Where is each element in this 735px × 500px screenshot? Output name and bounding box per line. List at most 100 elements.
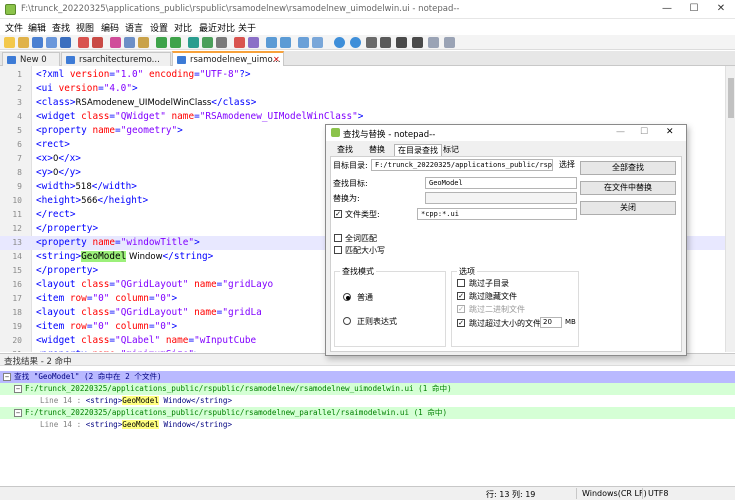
minimize-button[interactable]: —	[657, 2, 677, 16]
find-results-panel[interactable]: − 查找 "GeoModel" (2 命中在 2 个文件) − F:/trunck_…	[0, 367, 735, 485]
target-dir-label: 目标目录:	[333, 161, 368, 170]
fold-toggle-icon[interactable]: −	[14, 409, 22, 417]
code-token: name	[194, 307, 217, 318]
filetype-input[interactable]: *cpp:*.ui	[417, 208, 577, 220]
monitor-icon[interactable]	[396, 37, 407, 48]
maximize-button[interactable]: ☐	[684, 2, 704, 16]
menu-language[interactable]: 语言	[125, 21, 143, 34]
zoom-out-icon[interactable]	[280, 37, 291, 48]
save-icon[interactable]	[32, 37, 43, 48]
code-line[interactable]: 1 <?xml version="1.0" encoding="UTF-8"?>	[0, 68, 725, 82]
replace-with-input[interactable]	[425, 192, 577, 204]
save-all-icon[interactable]	[46, 37, 57, 48]
find-results-title: 查找结果 - 2 命中	[4, 357, 72, 367]
line-code: <height>566</height>	[36, 194, 148, 208]
match-case-checkbox[interactable]	[334, 246, 342, 254]
status-encoding[interactable]: UTF8	[648, 489, 668, 498]
show-symbols-icon[interactable]	[312, 37, 323, 48]
menu-recent-compare[interactable]: 最近对比	[199, 21, 235, 34]
result-file-line[interactable]: − F:/trunck_20220325/applications_public/…	[0, 407, 735, 419]
editor-vertical-scrollbar[interactable]	[725, 66, 735, 352]
result-hit-word: GeoModel	[122, 396, 159, 405]
tab-find-in-dir[interactable]: 在目录查找	[394, 144, 442, 156]
scrollbar-thumb[interactable]	[728, 78, 734, 118]
whole-word-checkbox[interactable]	[334, 234, 342, 242]
case-icon[interactable]	[444, 37, 455, 48]
window-icon[interactable]	[412, 37, 423, 48]
menu-file[interactable]: 文件	[5, 21, 23, 34]
new-file-icon[interactable]	[4, 37, 15, 48]
filetype-checkbox[interactable]: ✓	[334, 210, 342, 218]
goto-icon[interactable]	[216, 37, 227, 48]
menu-settings[interactable]: 设置	[150, 21, 168, 34]
undo-icon[interactable]	[156, 37, 167, 48]
mode-regex-radio[interactable]	[343, 317, 351, 325]
code-line[interactable]: 3 <class>RSAmodenew_UIModelWinClass</cla…	[0, 96, 725, 110]
menu-compare[interactable]: 对比	[174, 21, 192, 34]
find-icon[interactable]	[188, 37, 199, 48]
status-eol[interactable]: Windows(CR LF)	[582, 489, 647, 498]
tab-replace[interactable]: 替换	[366, 144, 388, 156]
close-button[interactable]: ✕	[711, 2, 731, 16]
fold-toggle-icon[interactable]: −	[14, 385, 22, 393]
indent-icon[interactable]	[366, 37, 377, 48]
grid-icon[interactable]	[380, 37, 391, 48]
target-dir-input[interactable]: F:/trunck_20220325/applications_public/r…	[371, 159, 553, 171]
result-search-line[interactable]: − 查找 "GeoModel" (2 命中在 2 个文件)	[0, 371, 735, 383]
clear-mark-icon[interactable]	[248, 37, 259, 48]
code-token: "wInputCube	[194, 335, 257, 346]
size-limit-spinbox[interactable]: 20	[540, 317, 562, 328]
code-line[interactable]: 2 <ui version="4.0">	[0, 82, 725, 96]
code-line[interactable]: 4 <widget class="QWidget" name="RSAmoden…	[0, 110, 725, 124]
find-target-input[interactable]: GeoModel	[425, 177, 577, 189]
menu-search[interactable]: 查找	[52, 21, 70, 34]
result-hit-line[interactable]: Line 14 : <string>GeoModel Window</strin…	[0, 395, 735, 407]
tab-mark[interactable]: 标记	[440, 144, 462, 156]
redo-icon[interactable]	[170, 37, 181, 48]
skip-binary-checkbox[interactable]: ✓	[457, 305, 465, 313]
word-wrap-icon[interactable]	[298, 37, 309, 48]
tab-find[interactable]: 查找	[334, 144, 356, 156]
paste-icon[interactable]	[138, 37, 149, 48]
line-number: 12	[12, 224, 22, 233]
line-code: <rect>	[36, 138, 70, 152]
menu-view[interactable]: 视图	[76, 21, 94, 34]
mark-icon[interactable]	[234, 37, 245, 48]
file-icon	[7, 56, 16, 64]
code-token: encoding	[148, 69, 195, 80]
result-hit-line[interactable]: Line 14 : <string>GeoModel Window</strin…	[0, 419, 735, 431]
skip-subdir-checkbox[interactable]	[457, 279, 465, 287]
skip-large-checkbox[interactable]: ✓	[457, 319, 465, 327]
close-all-icon[interactable]	[92, 37, 103, 48]
compare-icon[interactable]	[334, 37, 345, 48]
code-token: >	[171, 293, 178, 304]
close-file-icon[interactable]	[78, 37, 89, 48]
dialog-maximize-button[interactable]: ☐	[640, 127, 648, 137]
mode-normal-radio[interactable]	[343, 293, 351, 301]
replace-in-files-button[interactable]: 在文件中替换	[580, 181, 676, 195]
result-file-line[interactable]: − F:/trunck_20220325/applications_public/…	[0, 383, 735, 395]
tab-new-0[interactable]: New 0	[2, 52, 60, 66]
menu-about[interactable]: 关于	[238, 21, 256, 34]
copy-icon[interactable]	[124, 37, 135, 48]
menu-encoding[interactable]: 编码	[101, 21, 119, 34]
fold-toggle-icon[interactable]: −	[3, 373, 11, 381]
open-folder-icon[interactable]	[18, 37, 29, 48]
browse-button[interactable]: 选择	[555, 158, 579, 172]
text-icon[interactable]	[428, 37, 439, 48]
tab-rsarchitecture[interactable]: rsarchitecturemo...	[61, 52, 171, 66]
save-as-icon[interactable]	[60, 37, 71, 48]
tab-rsamodelnew[interactable]: rsamodelnew_uimo... ✕	[172, 51, 284, 66]
zoom-in-icon[interactable]	[266, 37, 277, 48]
dialog-minimize-button[interactable]: —	[616, 127, 625, 137]
close-dialog-button[interactable]: 关闭	[580, 201, 676, 215]
skip-hidden-checkbox[interactable]: ✓	[457, 292, 465, 300]
dialog-close-button[interactable]: ✕	[666, 127, 674, 137]
find-all-button[interactable]: 全部查找	[580, 161, 676, 175]
dialog-title-bar[interactable]: 查找与替换 - notepad-- — ☐ ✕	[326, 125, 686, 141]
cut-icon[interactable]	[110, 37, 121, 48]
close-tab-icon[interactable]: ✕	[273, 55, 280, 64]
replace-icon[interactable]	[202, 37, 213, 48]
compare-dir-icon[interactable]	[350, 37, 361, 48]
menu-edit[interactable]: 编辑	[28, 21, 46, 34]
